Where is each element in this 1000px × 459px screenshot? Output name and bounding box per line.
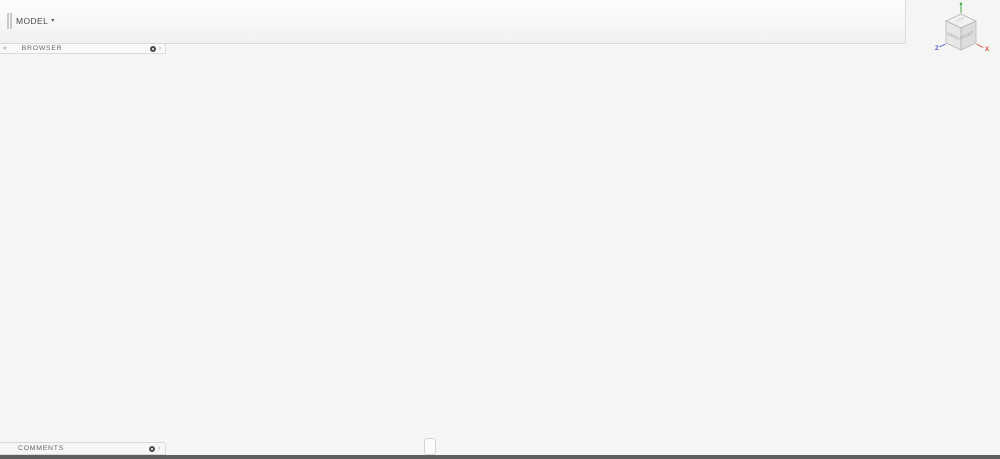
browser-panel: « BROWSER › [0, 43, 172, 57]
viewcube-z-axis-arrow: Z [935, 43, 946, 52]
top-toolbar: MODEL ▾ [0, 0, 906, 44]
panel-chevron-icon[interactable]: › [159, 45, 162, 52]
browser-title: BROWSER [21, 45, 63, 52]
viewcube-x-label: X [985, 46, 990, 53]
chevron-down-icon: ▾ [51, 18, 55, 24]
navigation-toolbar [424, 438, 436, 455]
fusion360-window: MODEL ▾ FRONT RIGHT TOP Z X « BROWSER › … [0, 0, 1000, 459]
viewport-canvas[interactable] [0, 0, 1000, 459]
viewcube-x-axis-arrow: X [976, 43, 990, 53]
panel-options-icon[interactable] [149, 45, 156, 52]
browser-header[interactable]: « BROWSER › [0, 43, 166, 54]
panel-chevron-icon[interactable]: › [158, 445, 161, 452]
viewcube-y-axis-arrow [959, 1, 963, 13]
bottom-edge-strip [0, 455, 1000, 459]
comments-title: COMMENTS [18, 445, 65, 452]
workspace-switcher-model[interactable]: MODEL ▾ [16, 11, 55, 31]
panel-options-icon[interactable] [148, 445, 155, 452]
workspace-label: MODEL [16, 16, 49, 26]
view-cube[interactable]: FRONT RIGHT TOP Z X [926, 0, 1000, 72]
viewcube-z-label: Z [935, 45, 939, 52]
toolbar-grip-handle[interactable] [7, 13, 12, 29]
collapse-panel-icon[interactable]: « [3, 45, 8, 52]
comments-panel[interactable]: COMMENTS › [0, 442, 166, 455]
